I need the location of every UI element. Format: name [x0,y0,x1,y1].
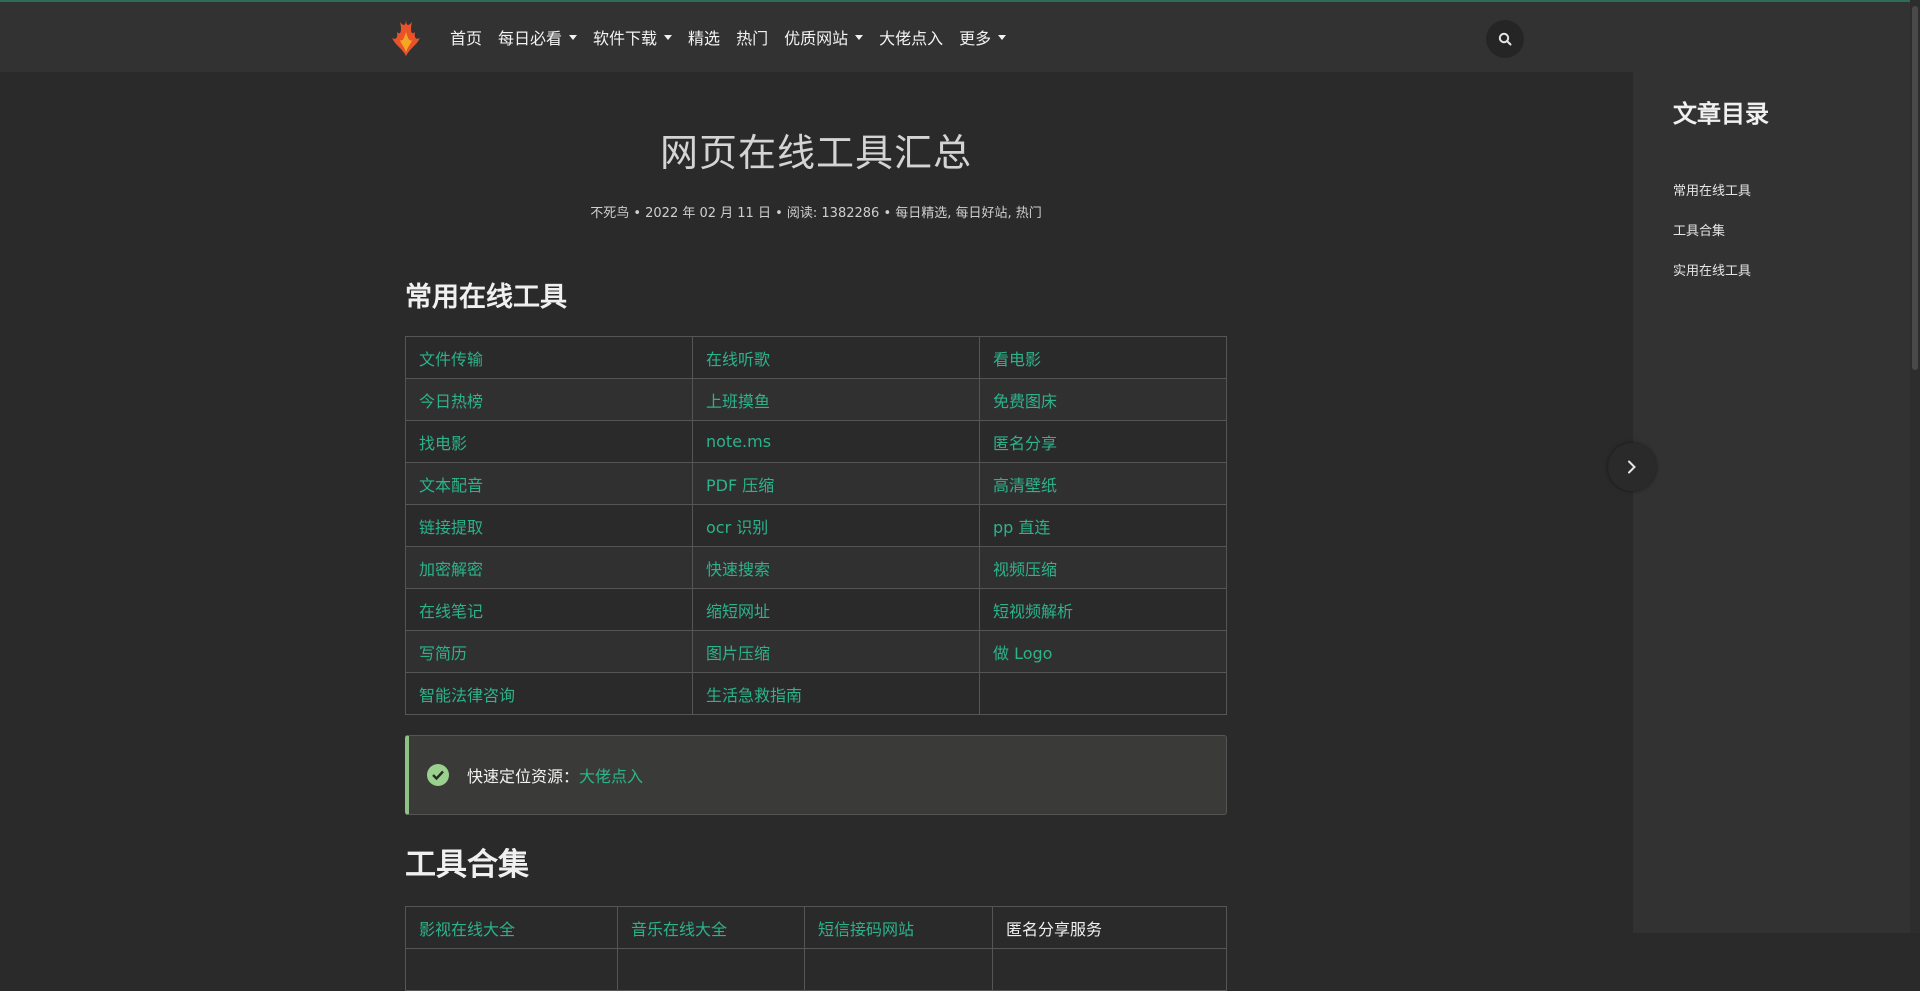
tool-link[interactable]: 生活急救指南 [692,672,980,716]
table-cell [405,948,618,991]
tool-link[interactable]: note.ms [692,420,980,464]
tool-link[interactable]: PDF 压缩 [692,462,980,506]
tool-link[interactable]: ocr 识别 [692,504,980,548]
phoenix-logo-icon[interactable] [388,16,424,58]
tool-link[interactable]: 智能法律咨询 [405,672,693,716]
section-heading-collection: 工具合集 [405,847,529,884]
table-cell-heading: 匿名分享服务 [992,906,1227,950]
tool-link[interactable]: 上班摸鱼 [692,378,980,422]
caret-down-icon [569,34,578,40]
tool-link[interactable]: 高清壁纸 [979,462,1227,506]
article: 网页在线工具汇总 不死鸟 • 2022 年 02 月 11 日 • 阅读: 13… [405,72,1227,991]
check-circle-icon [427,764,449,787]
page-title: 网页在线工具汇总 [659,131,972,175]
table-row: 智能法律咨询 生活急救指南 [405,672,1227,716]
table-row [405,948,1227,991]
nav-item-sites[interactable]: 优质网站 [784,25,864,49]
nav-item-featured[interactable]: 精选 [688,25,720,49]
caret-down-icon [664,34,673,40]
tool-link[interactable]: 链接提取 [405,504,693,548]
tool-link[interactable]: 看电影 [979,336,1227,380]
tool-link[interactable]: 免费图床 [979,378,1227,422]
nav-label: 软件下载 [593,29,658,48]
table-row: 文本配音 PDF 压缩 高清壁纸 [405,462,1227,506]
tool-link[interactable]: 加密解密 [405,546,693,590]
tool-link[interactable]: 缩短网址 [692,588,980,632]
nav-item-daily[interactable]: 每日必看 [498,25,578,49]
tool-link[interactable]: 在线听歌 [692,336,980,380]
toc-sidebar: 文章目录 常用在线工具 工具合集 实用在线工具 [1633,72,1920,933]
table-row: 找电影 note.ms 匿名分享 [405,420,1227,464]
top-navbar: 首页 每日必看 软件下载 精选 热门 优质网站 大佬点入 更多 [0,0,1920,72]
tool-link[interactable]: 在线笔记 [405,588,693,632]
chevron-right-icon [1628,460,1636,474]
toc-title: 文章目录 [1673,100,1769,128]
tool-link[interactable]: 找电影 [405,420,693,464]
post-meta: 不死鸟 • 2022 年 02 月 11 日 • 阅读: 1382286 • 每… [590,206,1042,222]
nav-label: 大佬点入 [879,29,944,48]
tool-link[interactable]: 图片压缩 [692,630,980,674]
nav-item-software[interactable]: 软件下载 [593,25,673,49]
table-cell [804,948,993,991]
toc-item-common-tools[interactable]: 常用在线工具 [1673,180,1751,199]
nav-label: 精选 [688,29,721,48]
table-cell [992,948,1227,991]
table-cell [617,948,805,991]
tools-table: 文件传输 在线听歌 看电影 今日热榜 上班摸鱼 免费图床 找电影 note.ms 匿名分享 文本配… [405,336,1227,716]
search-icon [1498,32,1512,46]
table-row: 链接提取 ocr 识别 pp 直连 [405,504,1227,548]
collection-table: 影视在线大全 音乐在线大全 短信接码网站 匿名分享服务 [405,906,1227,991]
nav-label: 首页 [450,29,483,48]
tool-link[interactable]: 匿名分享 [979,420,1227,464]
tool-link[interactable]: 文件传输 [405,336,693,380]
nav-item-hot[interactable]: 热门 [736,25,768,49]
toc-toggle-button[interactable] [1608,443,1656,491]
nav-item-experts[interactable]: 大佬点入 [879,25,943,49]
table-row: 文件传输 在线听歌 看电影 [405,336,1227,380]
scrollbar-thumb[interactable] [1912,6,1918,370]
caret-down-icon [998,34,1007,40]
section-heading-common-tools: 常用在线工具 [405,282,567,314]
notice-link[interactable]: 大佬点入 [579,763,643,787]
table-row: 写简历 图片压缩做 Logo [405,630,1227,674]
notice-box: 快速定位资源： 大佬点入 [405,735,1227,816]
nav-item-more[interactable]: 更多 [959,25,1007,49]
table-row: 影视在线大全 音乐在线大全 短信接码网站 匿名分享服务 [405,906,1227,950]
page-scrollbar[interactable] [1910,0,1920,933]
table-cell-link[interactable]: 影视在线大全 [405,906,618,950]
tool-link[interactable]: 今日热榜 [405,378,693,422]
nav-label: 更多 [959,29,992,48]
nav-label: 热门 [736,29,769,48]
table-row: 加密解密 快速搜索 视频压缩 [405,546,1227,590]
table-cell-link[interactable]: 短信接码网站 [804,906,993,950]
tool-link[interactable]: 文本配音 [405,462,693,506]
table-cell-link[interactable]: 音乐在线大全 [617,906,805,950]
tool-link[interactable]: 做 Logo [979,630,1227,674]
nav-label: 优质网站 [784,29,849,48]
tool-link[interactable]: pp 直连 [979,504,1227,548]
toc-item-practical-tools[interactable]: 实用在线工具 [1673,260,1751,279]
tool-link[interactable]: 快速搜索 [692,546,980,590]
tool-link[interactable]: 写简历 [405,630,693,674]
tool-link[interactable]: 短视频解析 [979,588,1227,632]
toc-item-collection[interactable]: 工具合集 [1673,220,1725,239]
nav-label: 每日必看 [498,29,563,48]
table-row: 今日热榜 上班摸鱼 免费图床 [405,378,1227,422]
tool-link[interactable]: 视频压缩 [979,546,1227,590]
table-cell-empty [979,672,1227,716]
notice-label: 快速定位资源： [467,767,580,787]
nav-item-home[interactable]: 首页 [450,25,482,49]
caret-down-icon [855,34,864,40]
search-button[interactable] [1486,20,1524,58]
main-menu: 首页 每日必看 软件下载 精选 热门 优质网站 大佬点入 更多 [450,2,1022,72]
table-row: 在线笔记 缩短网址 短视频解析 [405,588,1227,632]
